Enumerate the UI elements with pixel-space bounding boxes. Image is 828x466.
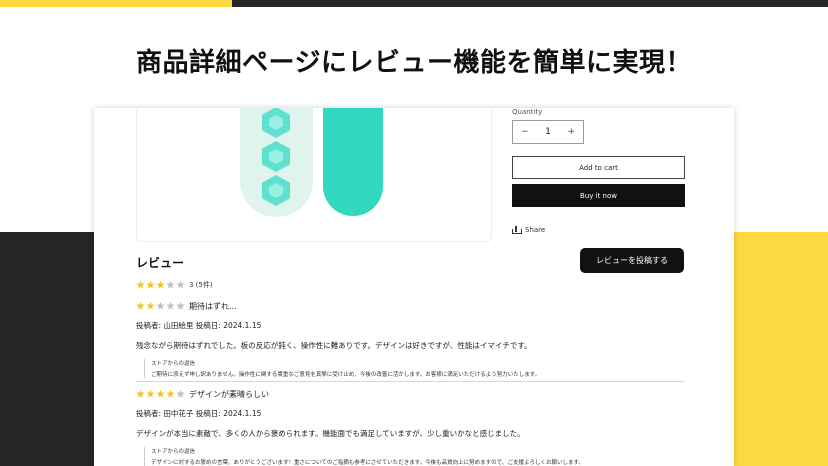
reviews-title: レビュー xyxy=(136,256,185,270)
share-label: Share xyxy=(525,226,546,234)
store-reply-label: ストアからの返信 xyxy=(151,449,196,455)
star-empty-icon xyxy=(166,280,175,289)
star-filled-icon xyxy=(166,389,175,398)
star-empty-icon xyxy=(176,389,185,398)
post-review-button[interactable]: レビューを投稿する xyxy=(580,248,684,273)
quantity-stepper[interactable]: − 1 + xyxy=(512,120,584,144)
review-title: 期待はずれ... xyxy=(189,301,237,311)
hexagon-pattern xyxy=(262,108,290,138)
star-filled-icon xyxy=(146,280,155,289)
share-button[interactable]: Share xyxy=(512,226,545,234)
star-empty-icon xyxy=(166,301,175,310)
buy-now-button[interactable]: Buy it now xyxy=(512,184,685,207)
quantity-label: Quantity xyxy=(512,108,543,116)
store-reply-text: ご期待に添えず申し訳ありません。操作性に関する貴重なご意見を真摯に受け止め、今後… xyxy=(151,372,541,378)
hexagon-pattern xyxy=(262,141,290,172)
decor-yellow-right xyxy=(734,232,828,466)
average-stars xyxy=(136,280,185,290)
product-page-card: Quantity − 1 + Add to cart Buy it now Sh… xyxy=(94,108,734,466)
review-body: デザインが本当に素敵で、多くの人から褒められます。機能面でも満足していますが、少… xyxy=(136,429,525,438)
star-empty-icon xyxy=(176,301,185,310)
store-reply: ストアからの返信 デザインに対するお褒めの言葉、ありがとうございます！重さについ… xyxy=(144,447,684,466)
decor-yellow-top-left xyxy=(0,0,232,7)
headline: 商品詳細ページにレビュー機能を簡単に実現！ xyxy=(136,48,692,78)
star-empty-icon xyxy=(156,301,165,310)
review-meta: 投稿者: 田中花子 投稿日: 2024.1.15 xyxy=(136,409,262,418)
share-icon xyxy=(512,226,522,234)
review-item: デザインが素晴らしい 投稿者: 田中花子 投稿日: 2024.1.15 デザイン… xyxy=(136,388,684,466)
average-rating-text: 3 (5件) xyxy=(189,281,213,289)
decrement-button[interactable]: − xyxy=(521,127,529,137)
review-body: 残念ながら期待はずれでした。板の反応が鈍く、操作性に難ありです。デザインは好きで… xyxy=(136,341,532,350)
review-stars xyxy=(136,389,185,399)
hexagon-pattern xyxy=(262,175,290,206)
snowboard-image-mint xyxy=(240,108,313,217)
average-rating: 3 (5件) xyxy=(136,280,213,290)
review-meta: 投稿者: 山田絵里 投稿日: 2024.1.15 xyxy=(136,321,262,330)
star-filled-icon xyxy=(136,280,145,289)
snowboard-image-teal xyxy=(323,108,383,216)
star-filled-icon xyxy=(136,389,145,398)
add-to-cart-button[interactable]: Add to cart xyxy=(512,156,685,179)
star-filled-icon xyxy=(146,389,155,398)
star-empty-icon xyxy=(176,280,185,289)
star-filled-icon xyxy=(156,280,165,289)
store-reply: ストアからの返信 ご期待に添えず申し訳ありません。操作性に関する貴重なご意見を真… xyxy=(144,359,684,378)
increment-button[interactable]: + xyxy=(567,127,575,137)
star-filled-icon xyxy=(156,389,165,398)
star-filled-icon xyxy=(136,301,145,310)
review-divider xyxy=(136,381,684,382)
quantity-value[interactable]: 1 xyxy=(545,127,551,137)
decor-dark-left xyxy=(0,232,94,466)
decor-dark-top xyxy=(232,0,828,7)
review-item: 期待はずれ... 投稿者: 山田絵里 投稿日: 2024.1.15 残念ながら期… xyxy=(136,300,684,378)
product-image[interactable] xyxy=(136,108,492,242)
star-filled-icon xyxy=(146,301,155,310)
store-reply-label: ストアからの返信 xyxy=(151,361,196,367)
review-stars xyxy=(136,301,185,311)
review-title: デザインが素晴らしい xyxy=(189,389,269,399)
store-reply-text: デザインに対するお褒めの言葉、ありがとうございます！重さについてのご指摘も参考に… xyxy=(151,460,584,466)
